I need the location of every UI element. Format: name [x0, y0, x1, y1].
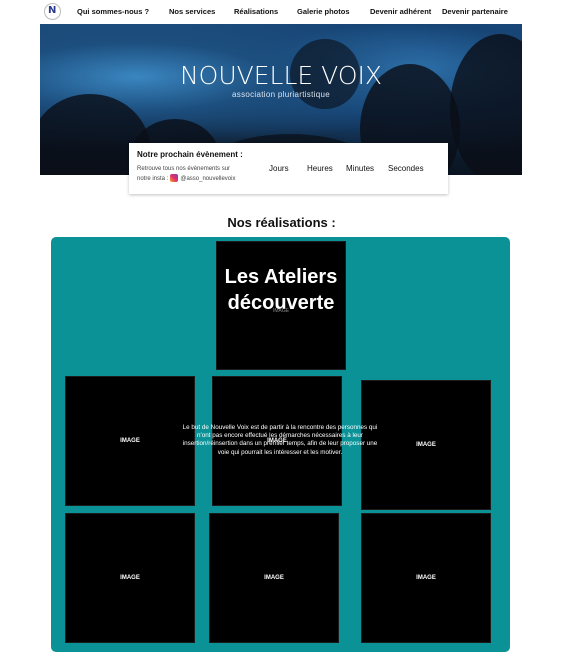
image-tile-1[interactable]: IMAGE: [65, 376, 195, 506]
top-navigation: N Qui sommes-nous ? Nos services Réalisa…: [0, 0, 563, 24]
countdown-seconds-label: Secondes: [388, 164, 424, 173]
next-event-description: Retrouve tous nos évènements sur notre i…: [137, 165, 257, 184]
countdown-hours-label: Heures: [307, 164, 333, 173]
image-tile-5[interactable]: IMAGE: [209, 513, 339, 643]
nouvelle-voix-logo-icon[interactable]: N: [44, 3, 61, 20]
nav-item-qui-sommes-nous[interactable]: Qui sommes-nous ?: [77, 7, 149, 16]
nav-item-devenir-adherent[interactable]: Devenir adhérent: [370, 7, 431, 16]
nav-item-devenir-partenaire[interactable]: Devenir partenaire: [442, 7, 508, 16]
nav-item-galerie-photos[interactable]: Galerie photos: [297, 7, 350, 16]
image-tile-6[interactable]: IMAGE: [361, 513, 491, 643]
event-desc-line2: notre insta :: [137, 176, 169, 182]
image-placeholder-label: IMAGE: [120, 575, 140, 581]
image-tile-4[interactable]: IMAGE: [65, 513, 195, 643]
countdown-days-label: Jours: [269, 164, 289, 173]
hero-subtitle: association pluriartistique: [232, 90, 330, 99]
realisations-heading: Nos réalisations :: [227, 215, 336, 230]
image-placeholder-label: IMAGE: [120, 438, 140, 444]
instagram-handle-link[interactable]: @asso_nouvellevoix: [180, 176, 235, 182]
hero-title: NOUVELLE VOIX: [179, 61, 382, 90]
nav-item-realisations[interactable]: Réalisations: [234, 7, 278, 16]
next-event-title: Notre prochain évènement :: [137, 150, 243, 159]
nav-item-nos-services[interactable]: Nos services: [169, 7, 215, 16]
logo-letter: N: [48, 5, 57, 16]
image-placeholder-label: IMAGE: [416, 575, 436, 581]
event-desc-line1: Retrouve tous nos évènements sur: [137, 166, 231, 172]
feature-tile-ateliers[interactable]: Les Ateliers découverte IMAGE: [216, 241, 346, 370]
instagram-icon[interactable]: [170, 174, 179, 182]
countdown-minutes-label: Minutes: [346, 164, 375, 173]
feature-title-line1: Les Ateliers: [224, 266, 338, 288]
image-placeholder-label: IMAGE: [264, 575, 284, 581]
next-event-card: Notre prochain évènement : Retrouve tous…: [129, 143, 448, 194]
association-description: Le but de Nouvelle Voix est de partir à …: [182, 424, 378, 456]
feature-image-label: IMAGE: [272, 308, 290, 314]
